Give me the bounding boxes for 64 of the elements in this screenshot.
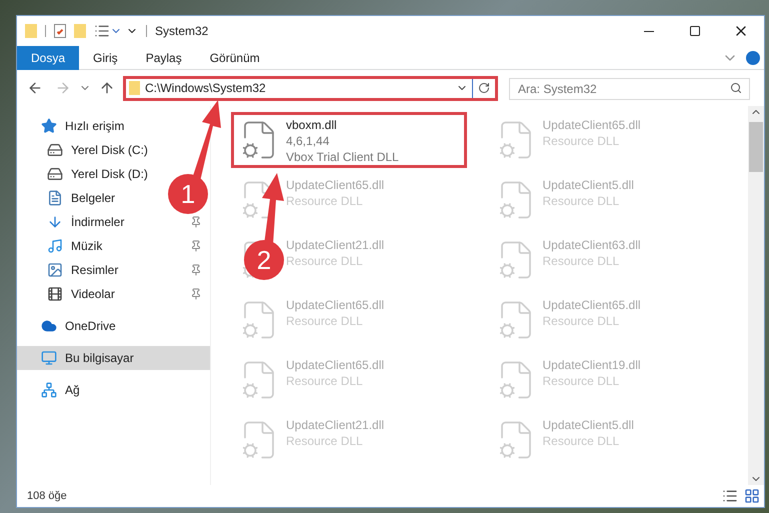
folder-icon xyxy=(129,81,140,95)
download-icon xyxy=(47,214,63,230)
sidebar-label: İndirmeler xyxy=(71,214,124,231)
sidebar-label: Yerel Disk (D:) xyxy=(71,166,148,183)
cloud-icon xyxy=(41,318,57,334)
file-description: Vbox Trial Client DLL xyxy=(286,149,399,165)
sidebar-label: Yerel Disk (C:) xyxy=(71,142,148,159)
sidebar-label: Müzik xyxy=(71,238,102,255)
sidebar-label: Bu bilgisayar xyxy=(65,350,134,367)
sidebar-item[interactable]: Müzik xyxy=(17,234,110,258)
up-button[interactable] xyxy=(99,80,115,96)
back-button[interactable] xyxy=(27,80,43,96)
refresh-icon[interactable] xyxy=(478,82,490,94)
ribbon-tab[interactable]: Paylaş xyxy=(132,46,196,70)
sidebar-label: Ağ xyxy=(65,382,80,399)
document-icon xyxy=(47,190,63,206)
file-version: 4,6,1,44 xyxy=(286,133,330,149)
sidebar-item[interactable]: Ağ xyxy=(17,378,88,402)
sidebar-label: OneDrive xyxy=(65,318,116,335)
window-title: System32 xyxy=(155,23,208,40)
sidebar-item[interactable]: İndirmeler xyxy=(17,210,132,234)
drive-icon xyxy=(47,142,63,158)
ribbon-tab[interactable]: Giriş xyxy=(79,46,132,70)
sidebar-item[interactable]: Yerel Disk (C:) xyxy=(17,138,156,162)
monitor-icon xyxy=(41,350,57,366)
sidebar-item[interactable]: Hızlı erişim xyxy=(17,114,132,138)
pin-icon[interactable] xyxy=(190,240,202,252)
file-name[interactable]: vboxm.dll xyxy=(286,117,399,133)
sidebar-item[interactable]: Belgeler xyxy=(17,186,124,210)
sidebar-label: Hızlı erişim xyxy=(65,118,124,135)
sidebar-item[interactable]: Videolar xyxy=(17,282,123,306)
sidebar-item[interactable]: Yerel Disk (D:) xyxy=(17,162,156,186)
drive-icon xyxy=(47,166,63,182)
pin-icon[interactable] xyxy=(190,288,202,300)
star-icon xyxy=(41,118,57,134)
details-view-icon[interactable] xyxy=(722,488,738,504)
search-icon[interactable] xyxy=(730,82,742,94)
scroll-thumb[interactable] xyxy=(749,122,763,172)
sidebar-item[interactable]: Bu bilgisayar xyxy=(17,346,210,370)
scrollbar[interactable] xyxy=(748,106,764,485)
selection-frame[interactable]: vboxm.dll 4,6,1,44 Vbox Trial Client DLL xyxy=(231,112,467,168)
picture-icon xyxy=(47,262,63,278)
sidebar-label: Resimler xyxy=(71,262,118,279)
network-icon xyxy=(41,382,57,398)
sidebar-label: Videolar xyxy=(71,286,115,303)
film-icon xyxy=(47,286,63,302)
ribbon-tab[interactable]: Görünüm xyxy=(196,46,274,70)
music-note-icon xyxy=(47,238,63,254)
sidebar-item[interactable]: Resimler xyxy=(17,258,126,282)
pin-icon[interactable] xyxy=(190,216,202,228)
large-icons-view-icon[interactable] xyxy=(744,488,760,504)
maximize-icon xyxy=(689,25,701,37)
sidebar-item[interactable]: OneDrive xyxy=(17,314,124,338)
ribbon-tab[interactable]: Dosya xyxy=(17,46,80,70)
pin-icon[interactable] xyxy=(190,264,202,276)
address-bar[interactable]: C:\Windows\System32 xyxy=(123,76,498,100)
properties-icon[interactable] xyxy=(94,23,110,39)
item-count: 108 öğe xyxy=(27,488,67,504)
help-icon[interactable] xyxy=(746,50,760,64)
checklist-icon[interactable] xyxy=(54,24,66,38)
minimize-icon xyxy=(644,30,654,32)
address-path: C:\Windows\System32 xyxy=(145,80,266,97)
sidebar-label: Belgeler xyxy=(71,190,116,207)
search-field[interactable]: Ara: System32 xyxy=(509,78,750,100)
